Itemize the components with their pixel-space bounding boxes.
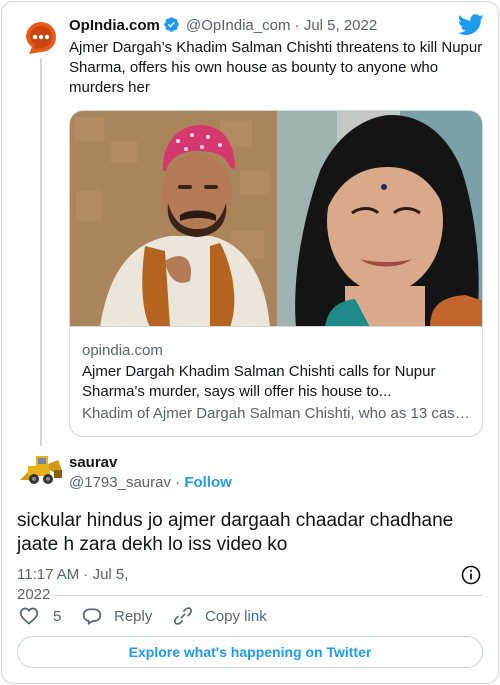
quoted-author-handle[interactable]: @OpIndia_com (186, 17, 290, 34)
verified-badge-icon (164, 17, 179, 32)
copy-link-label: Copy link (205, 607, 267, 625)
reply-label: Reply (114, 607, 153, 625)
link-title: Ajmer Dargah Khadim Salman Chishti calls… (82, 363, 436, 400)
heart-icon (19, 607, 39, 625)
like-button[interactable]: 5 (19, 604, 61, 628)
copy-link-button[interactable]: Copy link (173, 604, 267, 628)
quoted-tweet-date[interactable]: Jul 5, 2022 (304, 17, 377, 34)
twitter-bird-icon[interactable] (457, 14, 484, 36)
link-domain: opindia.com (82, 342, 163, 359)
tweet-timestamp[interactable]: 11:17 AM · Jul 5, 2022 (17, 565, 147, 605)
opindia-avatar[interactable] (20, 16, 62, 58)
divider (50, 595, 483, 596)
reply-button[interactable]: Reply (82, 604, 152, 628)
link-icon (173, 607, 193, 625)
link-preview-card[interactable]: opindia.com Ajmer Dargah Khadim Salman C… (69, 110, 483, 437)
main-author-handle-row: @1793_saurav · Follow (69, 473, 232, 493)
like-count: 5 (53, 607, 62, 625)
separator-dot: · (294, 17, 300, 34)
thread-connector-line (40, 58, 42, 446)
follow-button[interactable]: Follow (184, 474, 232, 491)
main-author-name[interactable]: saurav (69, 453, 117, 473)
separator-dot: · (175, 474, 181, 491)
link-preview-image (70, 111, 482, 327)
quoted-tweet-text: Ajmer Dargah’s Khadim Salman Chishti thr… (69, 39, 483, 96)
explore-twitter-button[interactable]: Explore what's happening on Twitter (17, 636, 483, 668)
main-author-handle[interactable]: @1793_saurav (69, 474, 171, 491)
main-tweet-text: sickular hindus jo ajmer dargaah chaadar… (17, 510, 454, 555)
link-description: Khadim of Ajmer Dargah Salman Chishti, w… (82, 405, 472, 422)
reply-bubble-icon (82, 608, 102, 625)
quoted-author-name[interactable]: OpIndia.com (69, 17, 160, 34)
info-icon[interactable] (461, 565, 481, 585)
bulldozer-avatar[interactable] (18, 450, 64, 486)
quoted-tweet-header: OpIndia.com @OpIndia_com · Jul 5, 2022 (69, 16, 377, 36)
